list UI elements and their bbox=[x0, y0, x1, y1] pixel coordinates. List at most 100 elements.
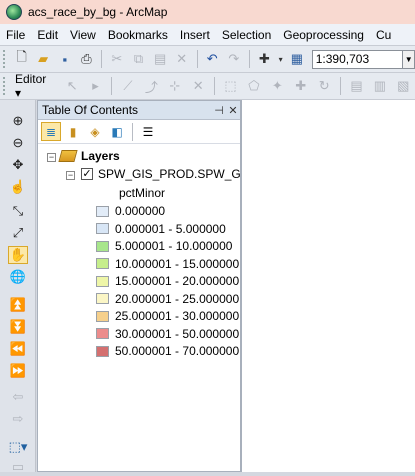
map-scale-input[interactable]: 1:390,703 bbox=[311, 49, 404, 69]
toc-header: Table Of Contents ⊣ ✕ bbox=[38, 101, 240, 120]
menu-file[interactable]: File bbox=[0, 28, 31, 42]
delete-icon[interactable]: ✕ bbox=[173, 49, 191, 69]
go-forward-icon[interactable]: ⇨ bbox=[8, 410, 28, 428]
legend-label: 0.000000 bbox=[115, 204, 166, 218]
globe-icon[interactable]: 🌐 bbox=[8, 268, 28, 286]
legend-item[interactable]: 25.000001 - 30.000000 bbox=[96, 309, 239, 323]
list-by-selection-icon[interactable]: ◧ bbox=[107, 122, 127, 141]
legend-swatch bbox=[96, 205, 109, 217]
cut-polygon-icon[interactable]: ✦ bbox=[268, 76, 287, 96]
clear-selection-icon[interactable]: ▭ bbox=[8, 458, 28, 476]
legend-swatch bbox=[96, 223, 109, 234]
list-by-drawing-order-icon[interactable]: ≣ bbox=[41, 122, 61, 141]
legend-label: 30.000001 - 50.000000 bbox=[115, 326, 240, 341]
zoom-extent-icon[interactable]: ⤢ bbox=[8, 224, 28, 242]
catalog-icon[interactable]: ▦ bbox=[288, 49, 306, 69]
new-document-icon[interactable]: 🗋 bbox=[13, 49, 31, 69]
add-data-icon[interactable]: ✚ bbox=[255, 49, 273, 69]
collapse-layer-icon[interactable]: − bbox=[66, 171, 75, 180]
reshape-icon[interactable]: ⬠ bbox=[244, 76, 263, 96]
next-extent-down-icon[interactable]: ⏬ bbox=[8, 318, 28, 336]
pin-icon[interactable]: ⊣ bbox=[212, 104, 226, 117]
pan-hand-icon[interactable]: ✋ bbox=[8, 246, 28, 264]
paste-icon[interactable]: ▤ bbox=[151, 49, 169, 69]
layer-visibility-checkbox[interactable]: ✓ bbox=[81, 168, 93, 180]
toolbar-grip[interactable] bbox=[3, 77, 7, 95]
straight-segment-icon[interactable]: ⟋ bbox=[118, 76, 137, 96]
legend-item[interactable]: 10.000001 - 15.000000 bbox=[96, 257, 239, 271]
legend-swatch bbox=[96, 275, 109, 287]
attributes-icon[interactable]: ▤ bbox=[347, 76, 366, 96]
point-icon[interactable]: ✕ bbox=[188, 76, 207, 96]
save-icon[interactable]: ▪ bbox=[56, 49, 74, 69]
toolbar-separator bbox=[111, 77, 113, 95]
menu-insert[interactable]: Insert bbox=[174, 28, 216, 42]
split-icon[interactable]: ✚ bbox=[291, 76, 310, 96]
legend-item[interactable]: 20.000001 - 25.000000 bbox=[96, 292, 239, 306]
legend-item[interactable]: 5.000001 - 10.000000 bbox=[96, 239, 232, 253]
toolbar-separator bbox=[132, 122, 133, 141]
edit-tool-icon[interactable]: ↖ bbox=[62, 76, 81, 96]
legend-label: 0.000001 - 5.000000 bbox=[115, 221, 226, 236]
legend-item[interactable]: 0.000000 bbox=[96, 204, 165, 218]
fixed-zoom-in-icon[interactable]: ✥ bbox=[8, 156, 28, 174]
zoom-in-icon[interactable]: ⊕ bbox=[8, 112, 28, 130]
legend-label: 25.000001 - 30.000000 bbox=[115, 309, 240, 323]
close-icon[interactable]: ✕ bbox=[226, 104, 240, 117]
rotate-icon[interactable]: ↻ bbox=[314, 76, 333, 96]
menu-customize[interactable]: Cu bbox=[370, 28, 397, 42]
copy-icon[interactable]: ⧉ bbox=[130, 49, 148, 69]
toolbar-grip[interactable] bbox=[3, 50, 7, 68]
legend-item[interactable]: 30.000001 - 50.000000 bbox=[96, 327, 239, 341]
legend-label: 50.000001 - 70.000000 bbox=[115, 344, 240, 358]
back-extent-icon[interactable]: ⏪ bbox=[8, 340, 28, 358]
collapse-layers-icon[interactable]: − bbox=[47, 153, 56, 162]
toolbar-separator bbox=[248, 50, 250, 68]
forward-extent-icon[interactable]: ⏩ bbox=[8, 362, 28, 380]
sketch-properties-icon[interactable]: ▥ bbox=[370, 76, 389, 96]
menu-edit[interactable]: Edit bbox=[31, 28, 64, 42]
list-by-visibility-icon[interactable]: ◈ bbox=[85, 122, 105, 141]
legend-swatch bbox=[96, 240, 109, 252]
legend-item[interactable]: 15.000001 - 20.000000 bbox=[96, 274, 239, 288]
cut-icon[interactable]: ✂ bbox=[108, 49, 126, 69]
layers-group-row[interactable]: Layers bbox=[58, 149, 120, 163]
undo-icon[interactable]: ↶ bbox=[203, 49, 221, 69]
select-features-icon[interactable]: ⬚▾ bbox=[8, 438, 28, 456]
add-data-dropdown-icon[interactable]: ▾ bbox=[277, 49, 284, 69]
menu-selection[interactable]: Selection bbox=[216, 28, 277, 42]
menu-bookmarks[interactable]: Bookmarks bbox=[102, 28, 174, 42]
previous-extent-up-icon[interactable]: ⏫ bbox=[8, 296, 28, 314]
full-extent-icon[interactable]: ⤡ bbox=[8, 202, 28, 220]
renderer-field-label: pctMinor bbox=[119, 186, 166, 200]
legend-swatch bbox=[96, 293, 109, 304]
legend-swatch bbox=[96, 345, 109, 357]
create-features-icon[interactable]: ▧ bbox=[394, 76, 413, 96]
list-by-source-icon[interactable]: ▮ bbox=[63, 122, 83, 141]
pan-disabled-icon[interactable]: ☝ bbox=[8, 178, 28, 196]
legend-label: 10.000001 - 15.000000 bbox=[115, 256, 240, 271]
scale-dropdown-icon[interactable]: ▼ bbox=[403, 49, 415, 69]
legend-label: 5.000001 - 10.000000 bbox=[115, 239, 233, 253]
endpoint-arc-icon[interactable]: ⤴ bbox=[142, 76, 161, 96]
arcmap-app-icon bbox=[6, 4, 22, 20]
legend-swatch bbox=[96, 328, 109, 339]
menu-geoprocessing[interactable]: Geoprocessing bbox=[277, 28, 370, 42]
edit-annotation-icon[interactable]: ▸ bbox=[86, 76, 105, 96]
legend-item[interactable]: 0.000001 - 5.000000 bbox=[96, 222, 226, 236]
print-icon[interactable]: ⎙ bbox=[78, 49, 96, 69]
toolbar-separator bbox=[101, 50, 103, 68]
layer-row[interactable]: ✓ SPW_GIS_PROD.SPW_GDB bbox=[81, 167, 257, 181]
redo-icon[interactable]: ↷ bbox=[225, 49, 243, 69]
options-icon[interactable]: ☰ bbox=[138, 122, 158, 141]
go-back-icon[interactable]: ⇦ bbox=[8, 388, 28, 406]
menu-view[interactable]: View bbox=[64, 28, 102, 42]
editor-menu[interactable]: Editor ▾ bbox=[15, 72, 55, 100]
legend-item[interactable]: 50.000001 - 70.000000 bbox=[96, 344, 239, 358]
open-folder-icon[interactable]: ▰ bbox=[34, 49, 52, 69]
edit-vertices-icon[interactable]: ⬚ bbox=[221, 76, 240, 96]
toc-title: Table Of Contents bbox=[42, 103, 139, 117]
trace-icon[interactable]: ⊹ bbox=[165, 76, 184, 96]
map-view[interactable] bbox=[241, 100, 415, 472]
zoom-out-icon[interactable]: ⊖ bbox=[8, 134, 28, 152]
